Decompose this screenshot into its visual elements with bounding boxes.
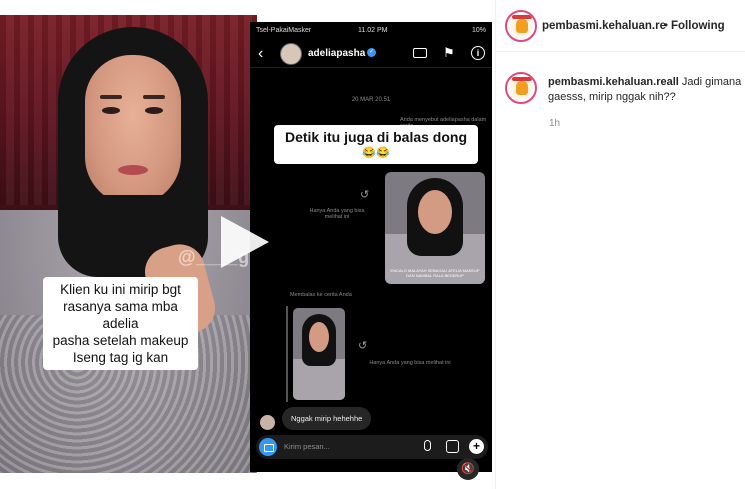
avatar: [280, 43, 302, 65]
post-side-panel: pembasmi.kehaluan.re • Following pembasm…: [495, 0, 745, 489]
reply-icon: ↺: [358, 340, 368, 352]
avatar-logo: [509, 76, 533, 100]
post-header: pembasmi.kehaluan.re • Following: [496, 0, 745, 52]
face: [85, 55, 181, 205]
gallery-icon: [446, 440, 459, 453]
avatar-logo-mark: [516, 81, 528, 95]
video-caption-box: Klien ku ini mirip bgt rasanya sama mba …: [43, 277, 198, 370]
replied-note: Membalas ke cerita Anda: [290, 292, 352, 298]
flag-icon: ⚑: [443, 45, 455, 60]
dm-username: adeliapasha: [308, 48, 366, 59]
play-icon[interactable]: [221, 216, 269, 268]
only-you-note: Hanya Anda yang bisa melihat ini: [369, 360, 451, 366]
reply-bar: [286, 306, 288, 402]
battery-text: 10%: [471, 27, 486, 34]
dm-header: ‹ adeliapasha ✓ ⚑ i: [250, 40, 492, 68]
story-caption: ENCALO MALAYAH SEBAGALI ATELIA MAKEUP DA…: [390, 268, 480, 278]
caption-line: Iseng tag ig kan: [72, 350, 169, 365]
replied-story-thumbnail: [293, 308, 345, 400]
overlay-caption: Detik itu juga di balas dong: [284, 129, 467, 145]
overlay-emoji: 😂😂: [362, 147, 390, 159]
eyebrow-left: [100, 95, 122, 99]
received-message: Nggak mirip hehehhe: [282, 407, 372, 430]
back-arrow-icon: ‹: [258, 45, 264, 62]
dm-date: 20 MAR 20.51: [351, 97, 391, 103]
video-left-frame: @____gosiip Klien ku ini mirip bgt rasan…: [0, 15, 257, 473]
eye-right: [145, 107, 163, 114]
post-media[interactable]: @____gosiip Klien ku ini mirip bgt rasan…: [0, 0, 495, 489]
caption-line: Klien ku ini mirip bgt: [60, 282, 181, 297]
eye-left: [102, 107, 120, 114]
status-time: 11.02 PM: [358, 27, 388, 34]
overlay-caption-box: Detik itu juga di balas dong 😂😂: [274, 125, 478, 164]
eyebrow-right: [143, 95, 165, 99]
sticker-plus-icon: +: [469, 439, 484, 454]
only-you-note: Hanya Anda yang bisa melihat ini: [309, 208, 365, 220]
lips: [118, 165, 148, 175]
verified-icon: ✓: [367, 48, 376, 57]
following-button[interactable]: Following: [671, 20, 725, 32]
carrier-text: Tsel-PakaiMasker: [256, 27, 312, 34]
caption-line: pasha setelah makeup: [52, 333, 189, 348]
story-face: [309, 322, 329, 352]
camera-icon: [259, 438, 277, 456]
story-face: [418, 190, 452, 234]
comment-timestamp[interactable]: 1h: [549, 118, 560, 129]
caption-line: rasanya sama mba adelia: [63, 299, 178, 331]
avatar: [260, 415, 275, 430]
author-avatar[interactable]: [505, 10, 537, 42]
compose-bar: Kirim pesan... +: [256, 435, 488, 459]
commenter-avatar[interactable]: [505, 72, 537, 104]
status-bar: Tsel-PakaiMasker 11.02 PM 10%: [250, 24, 492, 38]
mic-icon: [424, 440, 431, 451]
comment-username[interactable]: pembasmi.kehaluan.reall: [548, 76, 679, 88]
avatar-logo-mark: [516, 19, 528, 33]
comment-text: pembasmi.kehaluan.reall Jadi gimana gaes…: [548, 75, 743, 105]
avatar-logo: [509, 14, 533, 38]
instagram-post-view: @____gosiip Klien ku ini mirip bgt rasan…: [0, 0, 745, 489]
reply-icon: ↺: [360, 189, 370, 201]
info-icon: i: [471, 46, 485, 60]
header-separator: •: [664, 20, 669, 32]
author-username[interactable]: pembasmi.kehaluan.re: [542, 20, 666, 32]
dm-screenshot: Tsel-PakaiMasker 11.02 PM 10% ‹ adeliapa…: [250, 22, 492, 472]
message-input: Kirim pesan...: [284, 442, 330, 451]
story-thumbnail: ENCALO MALAYAH SEBAGALI ATELIA MAKEUP DA…: [385, 172, 485, 284]
video-call-icon: [413, 48, 427, 58]
mute-icon[interactable]: 🔇: [457, 458, 479, 480]
